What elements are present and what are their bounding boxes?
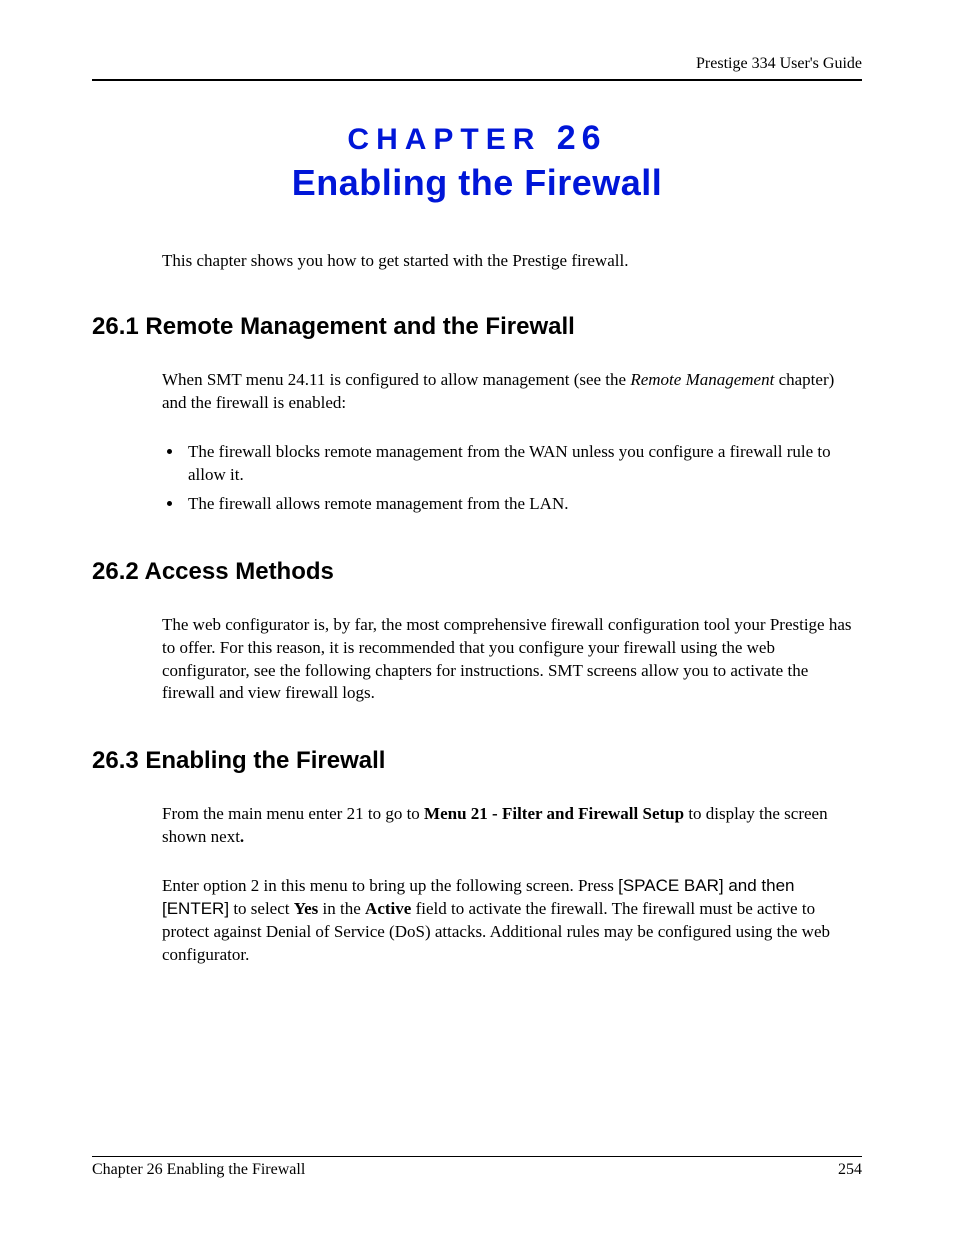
text: Enter option 2 in this menu to bring up … (162, 876, 618, 895)
key-label: [ENTER] (162, 899, 229, 918)
section-26-3: 26.3 Enabling the Firewall From the main… (92, 747, 862, 967)
section-paragraph: When SMT menu 24.11 is configured to all… (162, 369, 852, 415)
list-item: The firewall allows remote management fr… (184, 493, 862, 516)
bold-text: Yes (294, 899, 319, 918)
text: and then (724, 876, 795, 895)
guide-title: Prestige 334 User's Guide (696, 55, 862, 72)
chapter-intro: This chapter shows you how to get starte… (162, 250, 852, 273)
text: When SMT menu 24.11 is configured to all… (162, 370, 630, 389)
footer-chapter-title: Chapter 26 Enabling the Firewall (92, 1161, 305, 1179)
header-rule (92, 79, 862, 81)
section-heading: 26.3 Enabling the Firewall (92, 747, 862, 775)
section-26-1: 26.1 Remote Management and the Firewall … (92, 313, 862, 516)
page-footer: Chapter 26 Enabling the Firewall 254 (92, 1156, 862, 1179)
text: From the main menu enter 21 to go to (162, 804, 424, 823)
bold-text: Menu 21 - Filter and Firewall Setup (424, 804, 684, 823)
section-paragraph: The web configurator is, by far, the mos… (162, 614, 852, 706)
text: to select (229, 899, 294, 918)
chapter-number-line: CHAPTER 26 (92, 119, 862, 158)
text: in the (318, 899, 365, 918)
page-container: Prestige 334 User's Guide CHAPTER 26 Ena… (0, 0, 954, 1235)
bullet-list: The firewall blocks remote management fr… (162, 441, 862, 516)
list-item: The firewall blocks remote management fr… (184, 441, 862, 487)
section-heading: 26.1 Remote Management and the Firewall (92, 313, 862, 341)
section-paragraph: From the main menu enter 21 to go to Men… (162, 803, 852, 849)
section-paragraph: Enter option 2 in this menu to bring up … (162, 875, 852, 967)
italic-text: Remote Management (630, 370, 774, 389)
page-number: 254 (838, 1161, 862, 1179)
bold-text: Active (365, 899, 411, 918)
chapter-number: 26 (557, 119, 607, 157)
bold-text: . (240, 827, 244, 846)
section-26-2: 26.2 Access Methods The web configurator… (92, 558, 862, 706)
footer-rule (92, 1156, 862, 1157)
key-label: [SPACE BAR] (618, 876, 724, 895)
page-header: Prestige 334 User's Guide (92, 55, 862, 79)
chapter-title: Enabling the Firewall (92, 162, 862, 204)
section-heading: 26.2 Access Methods (92, 558, 862, 586)
chapter-label: CHAPTER (347, 123, 556, 156)
